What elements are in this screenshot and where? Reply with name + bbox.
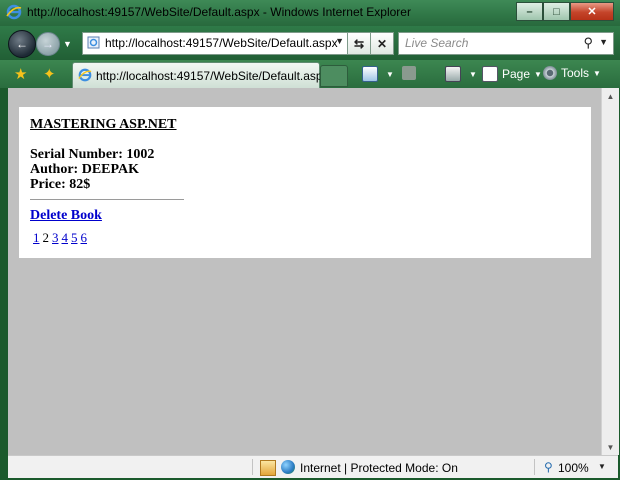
security-zone-text[interactable]: Internet | Protected Mode: On xyxy=(300,461,458,475)
tab-current-page[interactable]: http://localhost:49157/WebSite/Default.a… xyxy=(72,62,329,88)
search-icon[interactable]: ⚲ xyxy=(583,35,593,51)
book-title-heading: MASTERING ASP.NET xyxy=(30,117,177,132)
title-bar: http://localhost:49157/WebSite/Default.a… xyxy=(0,0,620,26)
ie-logo-icon xyxy=(6,4,22,20)
serial-number: Serial Number: 1002 xyxy=(30,147,155,162)
book-details: MASTERING ASP.NET Serial Number: 1002 Au… xyxy=(30,117,184,246)
print-button[interactable]: ▼ xyxy=(445,66,477,82)
address-url: http://localhost:49157/WebSite/Default.a… xyxy=(105,36,338,50)
author: Author: DEEPAK xyxy=(30,162,140,177)
refresh-button[interactable]: ⇆ xyxy=(347,32,371,55)
search-placeholder: Live Search xyxy=(405,36,469,50)
home-icon xyxy=(362,66,378,82)
divider xyxy=(30,199,184,200)
status-bar: Internet | Protected Mode: On ⚲ 100% ▼ xyxy=(8,455,618,478)
window-controls: – □ ✕ xyxy=(516,2,614,21)
pager-page-link[interactable]: 4 xyxy=(62,230,69,245)
stop-icon: ✕ xyxy=(376,36,388,51)
print-icon xyxy=(445,66,461,82)
recent-pages-dropdown-icon[interactable]: ▼ xyxy=(63,39,72,49)
tools-menu-label: Tools xyxy=(561,66,590,80)
close-button[interactable]: ✕ xyxy=(570,2,614,21)
search-options-icon[interactable]: ▼ xyxy=(599,37,608,47)
feeds-icon xyxy=(402,66,416,80)
tab-label: http://localhost:49157/WebSite/Default.a… xyxy=(96,69,329,83)
pager-page-link[interactable]: 3 xyxy=(52,230,59,245)
pager-page-link[interactable]: 6 xyxy=(81,230,88,245)
delete-book-link[interactable]: Delete Book xyxy=(30,208,184,224)
scroll-down-icon[interactable]: ▼ xyxy=(602,439,619,455)
page-viewport: MASTERING ASP.NET Serial Number: 1002 Au… xyxy=(8,88,601,455)
pager-page-link[interactable]: 1 xyxy=(33,230,40,245)
pager: 123456 xyxy=(30,230,184,246)
back-button[interactable]: ← xyxy=(8,30,36,58)
stop-button[interactable]: ✕ xyxy=(370,32,394,55)
zoom-level[interactable]: 100% xyxy=(558,461,589,475)
back-arrow-icon: ← xyxy=(16,37,28,51)
address-field[interactable]: http://localhost:49157/WebSite/Default.a… xyxy=(82,32,348,55)
zoom-dropdown-icon[interactable]: ▼ xyxy=(598,462,606,471)
vertical-scrollbar[interactable]: ▲ ▼ xyxy=(601,88,619,455)
window-title: http://localhost:49157/WebSite/Default.a… xyxy=(27,5,411,19)
forward-arrow-icon: → xyxy=(42,37,54,51)
address-toolbar: ← → ▼ http://localhost:49157/WebSite/Def… xyxy=(0,26,620,60)
ie-logo-icon xyxy=(78,68,92,82)
print-dropdown-icon[interactable]: ▼ xyxy=(469,70,477,79)
home-dropdown-icon[interactable]: ▼ xyxy=(386,70,394,79)
add-favorites-icon[interactable]: ✦ xyxy=(43,65,56,83)
page-menu-label: Page xyxy=(502,67,531,81)
page-menu-icon xyxy=(482,66,498,82)
new-tab-button[interactable] xyxy=(320,65,348,87)
page-dropdown-icon: ▼ xyxy=(534,69,542,79)
security-zone-icon[interactable] xyxy=(260,460,276,476)
address-dropdown-icon[interactable]: ▼ xyxy=(335,36,344,46)
status-divider xyxy=(252,459,253,475)
price: Price: 82$ xyxy=(30,177,91,192)
minimize-button[interactable]: – xyxy=(516,2,543,21)
home-button[interactable]: ▼ xyxy=(362,66,394,82)
refresh-icon: ⇆ xyxy=(353,36,365,51)
maximize-button[interactable]: □ xyxy=(543,2,570,21)
globe-icon xyxy=(281,460,295,474)
page-menu-button[interactable]: Page ▼ xyxy=(482,66,542,82)
feeds-button[interactable] xyxy=(402,66,420,80)
status-divider xyxy=(534,459,535,475)
content-panel: MASTERING ASP.NET Serial Number: 1002 Au… xyxy=(19,107,591,258)
zoom-icon[interactable]: ⚲ xyxy=(544,460,553,474)
pager-current-page: 2 xyxy=(42,230,50,245)
tools-dropdown-icon: ▼ xyxy=(593,68,601,78)
favorites-star-icon[interactable]: ★ xyxy=(14,65,27,83)
forward-button[interactable]: → xyxy=(36,32,60,56)
tools-menu-button[interactable]: Tools ▼ xyxy=(543,66,601,80)
tab-toolbar: ★ ✦ http://localhost:49157/WebSite/Defau… xyxy=(0,60,620,88)
page-icon xyxy=(87,36,100,49)
search-input[interactable]: Live Search ⚲ ▼ xyxy=(398,32,614,55)
pager-page-link[interactable]: 5 xyxy=(71,230,78,245)
scroll-up-icon[interactable]: ▲ xyxy=(602,88,619,104)
tools-gear-icon xyxy=(543,66,557,80)
